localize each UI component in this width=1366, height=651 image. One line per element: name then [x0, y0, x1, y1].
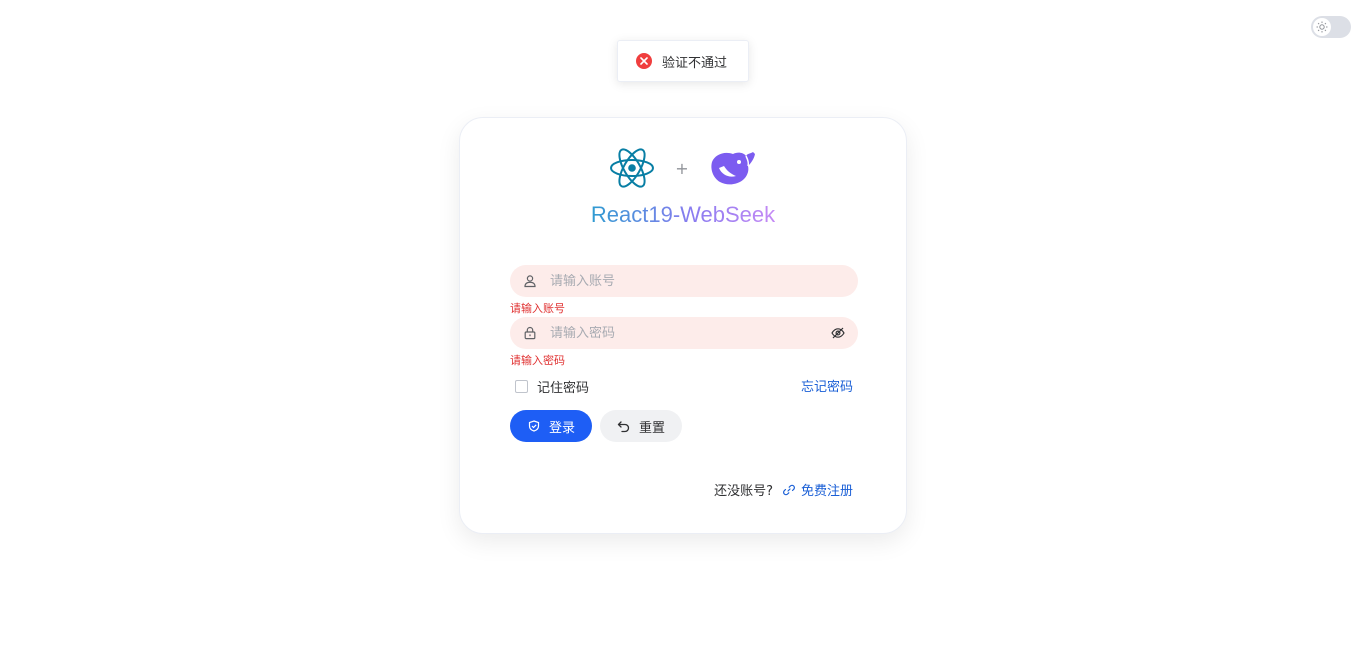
register-row: 还没账号? 免费注册: [714, 480, 853, 499]
reset-button[interactable]: 重置: [600, 410, 682, 442]
password-error: 请输入密码: [510, 354, 565, 367]
checkbox-box[interactable]: [515, 380, 528, 393]
password-field[interactable]: [510, 317, 858, 349]
error-toast: 验证不通过: [617, 40, 749, 82]
plus-sign: +: [675, 158, 689, 178]
link-icon: [783, 484, 795, 496]
lock-icon: [522, 325, 538, 341]
username-error: 请输入账号: [510, 302, 565, 315]
password-input[interactable]: [550, 325, 830, 341]
remember-checkbox[interactable]: 记住密码: [515, 377, 589, 396]
react-logo-icon: [610, 148, 655, 188]
deepseek-whale-icon: [711, 152, 755, 185]
username-field[interactable]: [510, 265, 858, 297]
eye-off-icon[interactable]: [830, 325, 846, 341]
username-input[interactable]: [550, 273, 846, 289]
remember-label: 记住密码: [537, 381, 590, 396]
sun-icon: [1316, 21, 1328, 33]
app-title-text: React19-WebSeek: [590, 202, 776, 227]
toast-message: 验证不通过: [662, 55, 728, 71]
register-label: 免费注册: [800, 484, 853, 499]
undo-icon: [617, 419, 631, 433]
logo-row: +: [460, 146, 906, 190]
theme-toggle[interactable]: [1311, 16, 1351, 38]
user-icon: [522, 273, 538, 289]
login-label: 登录: [548, 420, 575, 436]
no-account-text: 还没账号?: [714, 484, 773, 499]
reset-label: 重置: [638, 420, 665, 436]
error-circle-icon: [636, 53, 652, 69]
login-card: + React19-WebSeek 请输入账号 请输入账号 请输入密码 记住密码…: [459, 117, 907, 534]
theme-toggle-knob: [1313, 18, 1331, 36]
app-title: React19-WebSeek: [460, 202, 906, 228]
forgot-password-link[interactable]: 忘记密码: [801, 376, 853, 395]
login-button[interactable]: 登录: [510, 410, 592, 442]
register-link[interactable]: 免费注册: [783, 480, 853, 499]
shield-check-icon: [527, 419, 541, 433]
